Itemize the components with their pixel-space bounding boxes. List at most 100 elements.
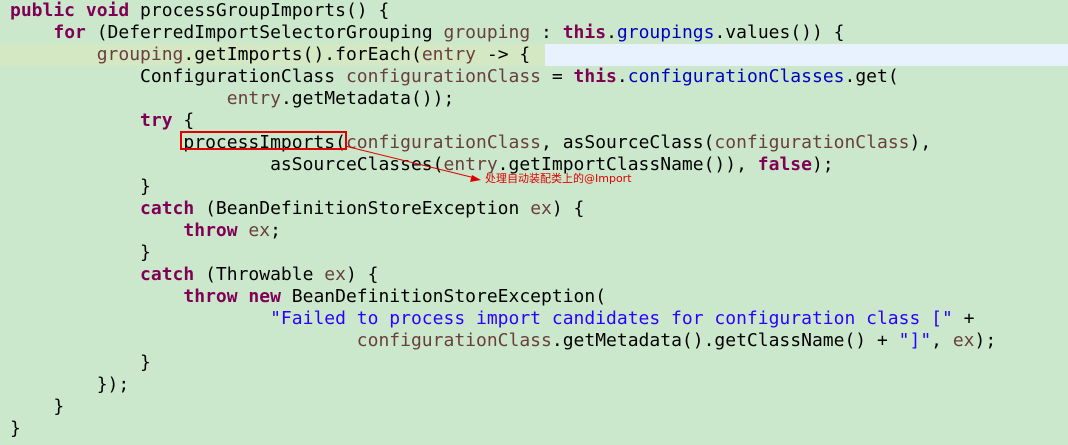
- code-line-text: }: [10, 242, 151, 264]
- code-token: .get(: [844, 66, 899, 87]
- code-token: configurationClass: [714, 132, 910, 153]
- code-token: for: [53, 22, 86, 43]
- code-token: -> {: [476, 44, 531, 65]
- code-token: false: [757, 154, 812, 175]
- code-line-text: asSourceClasses(entry.getImportClassName…: [10, 154, 834, 176]
- code-line[interactable]: }: [0, 352, 1068, 374]
- code-token: );: [811, 154, 834, 175]
- code-token: }: [10, 352, 151, 373]
- code-token: ex: [952, 330, 975, 351]
- code-token: ) {: [551, 198, 585, 219]
- code-token: }: [10, 418, 21, 439]
- code-token: configurationClass: [345, 132, 542, 153]
- code-line-text: processImports(configurationClass, asSou…: [10, 132, 931, 154]
- code-token: .values()) {: [714, 22, 845, 43]
- code-line[interactable]: }: [0, 396, 1068, 418]
- code-token: catch: [140, 264, 195, 285]
- code-line-text: }: [10, 352, 151, 374]
- code-line-text: for (DeferredImportSelectorGrouping grou…: [10, 22, 845, 44]
- code-line-text: }: [10, 176, 151, 198]
- code-token: "]": [898, 330, 932, 351]
- code-token: }: [10, 242, 151, 263]
- code-line[interactable]: catch (BeanDefinitionStoreException ex) …: [0, 198, 1068, 220]
- code-token: this: [573, 66, 617, 87]
- code-token: catch: [140, 198, 195, 219]
- code-token: throw new: [183, 286, 281, 307]
- code-token: });: [10, 374, 130, 395]
- code-token: configurationClass: [356, 330, 552, 351]
- code-token: .getMetadata());: [280, 88, 455, 109]
- code-token: (Throwable: [194, 264, 325, 285]
- code-editor[interactable]: public void processGroupImports() { for …: [0, 0, 1068, 445]
- code-line-text: grouping.getImports().forEach(entry -> {: [10, 44, 531, 66]
- highlight-box-process-imports: [180, 131, 347, 150]
- code-token: asSourceClasses(: [10, 154, 444, 175]
- code-line[interactable]: try {: [0, 110, 1068, 132]
- code-line-text: }: [10, 396, 64, 418]
- code-line[interactable]: }: [0, 418, 1068, 440]
- code-line-text: configurationClass.getMetadata().getClas…: [10, 330, 996, 352]
- code-token: grouping: [443, 22, 531, 43]
- code-token: }: [10, 396, 65, 417]
- code-token: .: [606, 22, 617, 43]
- code-token: entry: [421, 44, 477, 65]
- code-token: {: [172, 110, 195, 131]
- code-line[interactable]: throw ex;: [0, 220, 1068, 242]
- code-token: ex: [324, 264, 346, 285]
- code-token: throw: [183, 220, 238, 241]
- code-line-text: throw new BeanDefinitionStoreException(: [10, 286, 606, 308]
- code-token: ) {: [345, 264, 379, 285]
- code-token: configurationClasses: [627, 66, 845, 87]
- code-line[interactable]: });: [0, 374, 1068, 396]
- code-line[interactable]: "Failed to process import candidates for…: [0, 308, 1068, 330]
- code-line[interactable]: throw new BeanDefinitionStoreException(: [0, 286, 1068, 308]
- code-token: ,: [931, 330, 953, 351]
- code-line[interactable]: }: [0, 242, 1068, 264]
- code-token: BeanDefinitionStoreException(: [280, 286, 607, 307]
- code-token: ex: [530, 198, 552, 219]
- code-token: grouping: [96, 44, 184, 65]
- code-token: try: [140, 110, 173, 131]
- code-token: ConfigurationClass: [10, 66, 346, 87]
- code-line[interactable]: processImports(configurationClass, asSou…: [0, 132, 1068, 154]
- code-line[interactable]: public void processGroupImports() {: [0, 0, 1068, 22]
- code-line-text: try {: [10, 110, 194, 132]
- code-line[interactable]: configurationClass.getMetadata().getClas…: [0, 330, 1068, 352]
- code-token: :: [530, 22, 563, 43]
- code-line-text: catch (BeanDefinitionStoreException ex) …: [10, 198, 584, 220]
- code-token: .getMetadata().getClassName() +: [551, 330, 899, 351]
- code-line-text: }: [10, 418, 21, 440]
- code-line[interactable]: ConfigurationClass configurationClass = …: [0, 66, 1068, 88]
- code-token: ex: [248, 220, 271, 241]
- code-line-text: catch (Throwable ex) {: [10, 264, 378, 286]
- code-token: .getImports().forEach(: [183, 44, 422, 65]
- code-line[interactable]: entry.getMetadata());: [0, 88, 1068, 110]
- code-token: processGroupImports() {: [129, 0, 390, 21]
- code-line[interactable]: catch (Throwable ex) {: [0, 264, 1068, 286]
- code-token: "Failed to process import candidates for…: [270, 308, 953, 329]
- code-line-text: throw ex;: [10, 220, 281, 242]
- code-token: .: [616, 66, 628, 87]
- code-line-text: public void processGroupImports() {: [10, 0, 389, 22]
- code-token: +: [952, 308, 975, 329]
- code-token: (DeferredImportSelectorGrouping: [85, 22, 444, 43]
- code-token: ;: [270, 220, 281, 241]
- code-token: =: [541, 66, 574, 87]
- code-line[interactable]: grouping.getImports().forEach(entry -> {: [0, 44, 1068, 66]
- annotation-label: 处理自动装配类上的@Import: [485, 172, 632, 185]
- code-line[interactable]: for (DeferredImportSelectorGrouping grou…: [0, 22, 1068, 44]
- code-token: ),: [909, 132, 932, 153]
- code-token: , asSourceClass(: [541, 132, 715, 153]
- code-token: this: [562, 22, 607, 43]
- code-token: public void: [10, 0, 130, 21]
- code-token: entry: [226, 88, 281, 109]
